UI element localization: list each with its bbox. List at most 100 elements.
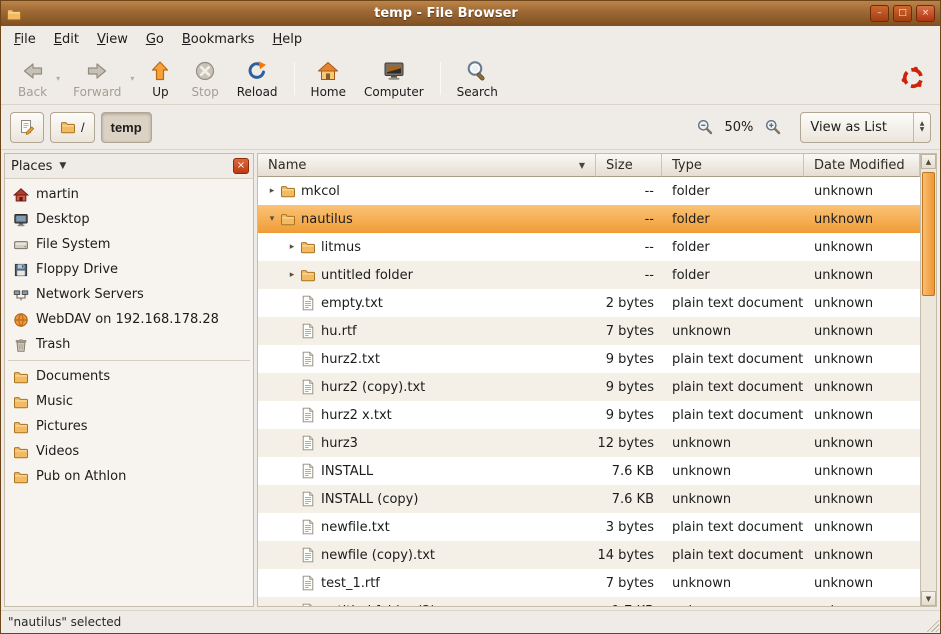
close-button[interactable]: × xyxy=(916,5,935,22)
path-current-label: temp xyxy=(111,120,142,135)
zoom-out-button[interactable] xyxy=(694,116,716,138)
resize-grip[interactable] xyxy=(925,618,939,632)
folder-icon xyxy=(300,239,316,255)
up-button[interactable]: Up xyxy=(138,56,182,101)
sidebar-item-label: File System xyxy=(36,237,110,252)
name-cell: hurz2 x.txt xyxy=(258,401,596,429)
sidebar-item-martin[interactable]: martin xyxy=(5,182,253,207)
file-row[interactable]: untitled folder (2)1.7 KBunknownunknown xyxy=(258,597,920,606)
file-row[interactable]: ▸untitled folder--folderunknown xyxy=(258,261,920,289)
expand-expander-icon[interactable]: ▸ xyxy=(284,270,300,280)
sidebar-item-documents[interactable]: Documents xyxy=(5,364,253,389)
file-row[interactable]: ▸litmus--folderunknown xyxy=(258,233,920,261)
computer-icon xyxy=(382,59,406,83)
date-modified-cell: unknown xyxy=(804,177,920,205)
file-row[interactable]: ▾nautilus--folderunknown xyxy=(258,205,920,233)
reload-button[interactable]: Reload xyxy=(228,56,287,101)
type-cell: folder xyxy=(662,233,804,261)
scrollbar-track[interactable] xyxy=(921,169,936,591)
window-title: temp - File Browser xyxy=(27,6,865,21)
sidebar-item-videos[interactable]: Videos xyxy=(5,439,253,464)
size-cell: 9 bytes xyxy=(596,345,662,373)
file-name: hurz2 x.txt xyxy=(321,408,392,423)
scroll-down-button[interactable]: ▼ xyxy=(921,591,936,606)
toggle-location-entry-button[interactable] xyxy=(10,112,44,143)
date-modified-cell: unknown xyxy=(804,289,920,317)
edit-location-icon xyxy=(19,119,35,135)
spinner-arrows-icon[interactable]: ▲▼ xyxy=(913,113,930,142)
file-row[interactable]: hu.rtf7 bytesunknownunknown xyxy=(258,317,920,345)
path-button-current[interactable]: temp xyxy=(101,112,152,143)
titlebar[interactable]: temp - File Browser – □ × xyxy=(1,1,940,26)
collapse-expander-icon[interactable]: ▾ xyxy=(264,214,280,224)
home-button[interactable]: Home xyxy=(302,56,355,101)
sidebar-item-trash[interactable]: Trash xyxy=(5,332,253,357)
column-header-type[interactable]: Type xyxy=(662,154,804,177)
view-mode-select[interactable]: View as List ▲▼ xyxy=(800,112,931,143)
search-icon xyxy=(465,59,489,83)
file-row[interactable]: hurz312 bytesunknownunknown xyxy=(258,429,920,457)
menu-view[interactable]: View xyxy=(88,29,137,50)
sidebar-item-pictures[interactable]: Pictures xyxy=(5,414,253,439)
column-header-name[interactable]: Name▼ xyxy=(258,154,596,177)
path-button-root[interactable]: / xyxy=(50,112,95,143)
search-button-group: Search xyxy=(448,56,507,101)
menu-edit[interactable]: Edit xyxy=(45,29,88,50)
text-file-icon xyxy=(300,407,316,423)
file-row[interactable]: hurz2 x.txt9 bytesplain text documentunk… xyxy=(258,401,920,429)
file-row[interactable]: newfile (copy).txt14 bytesplain text doc… xyxy=(258,541,920,569)
scroll-up-button[interactable]: ▲ xyxy=(921,154,936,169)
reload-icon xyxy=(245,59,269,83)
sidebar-item-webdav-on-192-168-178-28[interactable]: WebDAV on 192.168.178.28 xyxy=(5,307,253,332)
tree-indent xyxy=(264,359,284,360)
sidebar-item-network-servers[interactable]: Network Servers xyxy=(5,282,253,307)
expand-expander-icon[interactable]: ▸ xyxy=(264,186,280,196)
file-name: newfile.txt xyxy=(321,520,390,535)
text-file-icon xyxy=(300,519,316,535)
computer-button[interactable]: Computer xyxy=(355,56,433,101)
search-button[interactable]: Search xyxy=(448,56,507,101)
type-cell: plain text document xyxy=(662,541,804,569)
type-cell: unknown xyxy=(662,429,804,457)
sidebar-item-desktop[interactable]: Desktop xyxy=(5,207,253,232)
expand-expander-icon[interactable]: ▸ xyxy=(284,242,300,252)
menu-help[interactable]: Help xyxy=(264,29,312,50)
sidebar-item-floppy-drive[interactable]: Floppy Drive xyxy=(5,257,253,282)
column-header-date-modified[interactable]: Date Modified xyxy=(804,154,920,177)
menu-go[interactable]: Go xyxy=(137,29,173,50)
name-cell: hurz3 xyxy=(258,429,596,457)
menu-file[interactable]: File xyxy=(5,29,45,50)
vertical-scrollbar[interactable]: ▲ ▼ xyxy=(920,154,936,606)
menu-bookmarks[interactable]: Bookmarks xyxy=(173,29,264,50)
toolbar-button-label: Search xyxy=(457,85,498,99)
folder-icon xyxy=(13,394,29,410)
size-cell: -- xyxy=(596,261,662,289)
sidebar-item-pub-on-athlon[interactable]: Pub on Athlon xyxy=(5,464,253,489)
maximize-button[interactable]: □ xyxy=(893,5,912,22)
column-header-size[interactable]: Size xyxy=(596,154,662,177)
sidebar-item-file-system[interactable]: File System xyxy=(5,232,253,257)
file-row[interactable]: ▸mkcol--folderunknown xyxy=(258,177,920,205)
sidebar-item-music[interactable]: Music xyxy=(5,389,253,414)
status-text: "nautilus" selected xyxy=(8,615,121,629)
minimize-button[interactable]: – xyxy=(870,5,889,22)
type-cell: unknown xyxy=(662,457,804,485)
sidebar-item-label: Videos xyxy=(36,444,79,459)
file-row[interactable]: INSTALL (copy)7.6 KBunknownunknown xyxy=(258,485,920,513)
name-cell: hurz2.txt xyxy=(258,345,596,373)
file-row[interactable]: newfile.txt3 bytesplain text documentunk… xyxy=(258,513,920,541)
scrollbar-thumb[interactable] xyxy=(922,172,935,296)
file-row[interactable]: empty.txt2 bytesplain text documentunkno… xyxy=(258,289,920,317)
up-arrow-icon xyxy=(148,59,172,83)
places-selector-button[interactable]: Places ▼ xyxy=(11,159,233,174)
zoom-in-button[interactable] xyxy=(762,116,784,138)
sidebar-close-button[interactable]: × xyxy=(233,158,249,174)
file-row[interactable]: test_1.rtf7 bytesunknownunknown xyxy=(258,569,920,597)
file-row[interactable]: INSTALL7.6 KBunknownunknown xyxy=(258,457,920,485)
file-row[interactable]: hurz2 (copy).txt9 bytesplain text docume… xyxy=(258,373,920,401)
folder-icon xyxy=(13,444,29,460)
file-name: hurz2 (copy).txt xyxy=(321,380,425,395)
toolbar-buttons: Back▾Forward▾UpStopReloadHomeComputerSea… xyxy=(9,56,507,101)
places-sidebar: Places ▼ × martinDesktop File System Flopp… xyxy=(4,153,254,607)
file-row[interactable]: hurz2.txt9 bytesplain text documentunkno… xyxy=(258,345,920,373)
